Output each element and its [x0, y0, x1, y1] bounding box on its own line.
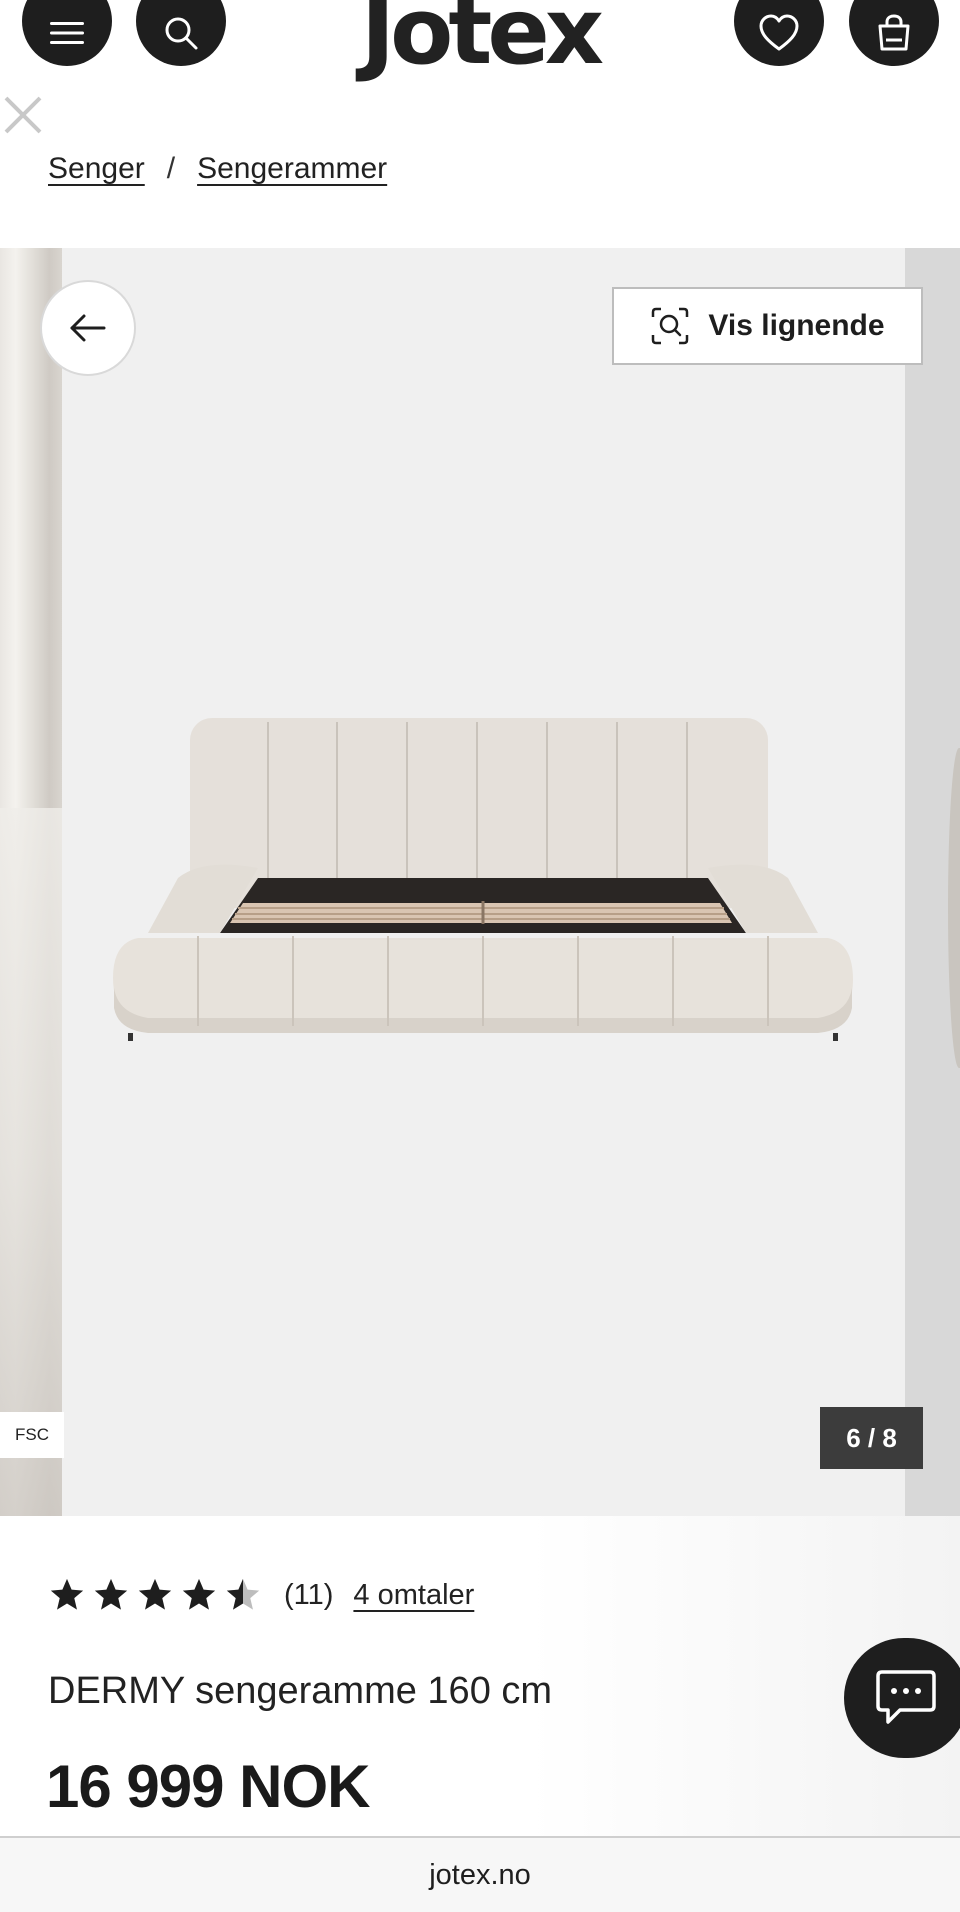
heart-icon — [759, 14, 799, 51]
reviews-link[interactable]: 4 omtaler — [353, 1579, 474, 1612]
product-image-gallery[interactable]: Vis lignende FSC 6 / 8 — [0, 248, 960, 1516]
arrow-left-icon — [70, 314, 106, 342]
show-similar-label: Vis lignende — [708, 309, 885, 342]
star-rating — [48, 1576, 262, 1614]
previous-image-button[interactable] — [40, 280, 136, 376]
url-text: jotex.no — [429, 1858, 531, 1891]
rating-row: (11) 4 omtaler — [48, 1576, 474, 1614]
shopping-bag-icon — [878, 14, 910, 51]
breadcrumb-link-sengerammer[interactable]: Sengerammer — [197, 152, 387, 186]
chat-bubble-icon — [876, 1670, 936, 1724]
bed-frame-image — [113, 718, 853, 1041]
close-icon[interactable] — [2, 94, 44, 136]
product-info: (11) 4 omtaler DERMY sengeramme 160 cm 1… — [0, 1516, 960, 1836]
star-full-icon — [50, 1578, 84, 1610]
visual-search-icon — [652, 307, 689, 345]
product-title: DERMY sengeramme 160 cm — [48, 1670, 553, 1712]
star-half-icon — [226, 1578, 260, 1610]
image-counter: 6 / 8 — [820, 1407, 923, 1469]
product-price: 16 999 NOK — [46, 1753, 371, 1820]
breadcrumb-separator: / — [166, 152, 176, 185]
breadcrumb: Senger / Sengerammer — [48, 152, 387, 186]
chat-button[interactable] — [844, 1638, 960, 1758]
rating-count: (11) — [284, 1578, 334, 1611]
next-image-preview[interactable] — [905, 248, 960, 1516]
browser-url-bar[interactable]: jotex.no — [0, 1836, 960, 1912]
fsc-badge: FSC — [0, 1412, 64, 1458]
star-full-icon — [94, 1578, 128, 1610]
star-full-icon — [138, 1578, 172, 1610]
breadcrumb-link-senger[interactable]: Senger — [48, 152, 145, 186]
show-similar-button[interactable]: Vis lignende — [612, 287, 923, 365]
previous-image-preview[interactable] — [0, 248, 62, 1516]
star-full-icon — [182, 1578, 216, 1610]
